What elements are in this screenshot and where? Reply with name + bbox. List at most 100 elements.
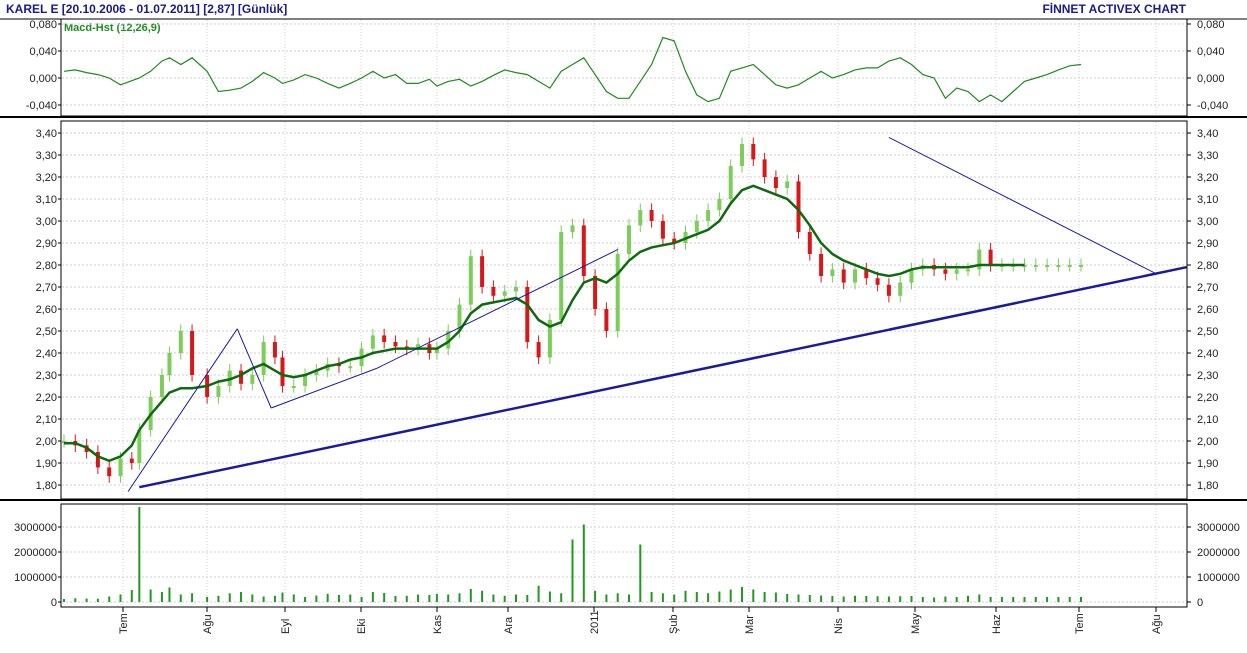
volume-bar: [661, 593, 664, 602]
price-candle: [604, 309, 609, 331]
volume-panel-frame: [60, 503, 1188, 608]
chart-svg: KAREL E [20.10.2006 - 01.07.2011] [2,87]…: [0, 0, 1247, 634]
price-tick-label-right: 1,90: [1197, 458, 1218, 470]
volume-bar: [228, 593, 231, 602]
price-candle: [107, 467, 112, 477]
volume-bar: [1057, 597, 1060, 602]
chart-root: KAREL E [20.10.2006 - 01.07.2011] [2,87]…: [0, 0, 1247, 653]
price-candle: [178, 331, 183, 353]
volume-bar: [273, 595, 276, 602]
price-candle: [129, 458, 134, 463]
month-label: Tem: [1074, 613, 1086, 634]
macd-tick-label-right: 0,000: [1197, 73, 1225, 85]
volume-bar: [1080, 597, 1082, 602]
volume-bar: [337, 595, 340, 602]
volume-bar: [1046, 597, 1049, 602]
volume-bar: [910, 596, 913, 602]
volume-bar: [967, 595, 969, 602]
price-candle: [559, 232, 564, 320]
month-label: Kas: [432, 615, 444, 634]
price-tick-label-right: 3,00: [1197, 216, 1218, 228]
volume-bar: [1034, 597, 1037, 602]
trendline: [236, 328, 272, 409]
macd-tick-label-left: 0,040: [29, 46, 57, 58]
grid-layer: [62, 20, 1186, 606]
price-candle: [909, 269, 914, 283]
price-tick-label-right: 2,40: [1197, 348, 1218, 360]
trendline: [888, 136, 1157, 275]
price-candle: [898, 282, 903, 296]
moving-average-line: [64, 184, 1025, 463]
volume-bar: [752, 589, 755, 602]
volume-bar: [469, 589, 472, 602]
price-tick-label-left: 2,90: [36, 238, 57, 250]
price-candle: [348, 366, 353, 369]
price-candle: [785, 181, 790, 188]
volume-bar: [684, 590, 687, 602]
volume-bar: [831, 596, 834, 602]
month-label: Haz: [991, 614, 1003, 634]
price-candle: [627, 225, 631, 254]
volume-bar: [921, 597, 924, 602]
volume-bar: [168, 587, 171, 602]
month-label: Eki: [356, 619, 368, 634]
price-candle: [943, 269, 948, 274]
month-label: Ağu: [1151, 614, 1163, 634]
volume-bar: [548, 591, 551, 602]
volume-bar: [371, 592, 374, 602]
price-tick-label-left: 1,80: [36, 480, 57, 492]
price-tick-label-left: 3,10: [36, 194, 57, 206]
price-tick-label-right: 2,60: [1197, 304, 1218, 316]
volume-bar: [887, 596, 890, 602]
volume-bar: [560, 593, 563, 602]
price-tick-label-right: 2,90: [1197, 238, 1218, 250]
volume-bar: [458, 593, 461, 602]
volume-bar: [650, 592, 653, 602]
price-candle: [118, 458, 123, 477]
price-candle: [706, 210, 711, 221]
volume-bar: [616, 593, 619, 602]
volume-bar: [774, 592, 777, 602]
price-candle: [853, 269, 857, 283]
volume-bar: [786, 594, 789, 602]
volume-bar: [718, 591, 721, 602]
price-candle: [1033, 265, 1038, 267]
price-tick-label-right: 3,20: [1197, 172, 1218, 184]
price-tick-label-left: 2,60: [36, 304, 57, 316]
volume-bar: [85, 598, 88, 602]
month-label: Şub: [668, 614, 680, 634]
price-candle: [1056, 265, 1061, 267]
price-candle: [954, 269, 959, 274]
macd-line: [63, 36, 1082, 103]
volume-tick-label-left: 2000000: [14, 547, 57, 559]
price-candle: [382, 335, 387, 342]
month-label: Ara: [503, 616, 515, 634]
price-candle: [1067, 265, 1072, 267]
price-tick-label-left: 2,80: [36, 260, 57, 272]
price-candle: [159, 375, 164, 397]
volume-bar: [763, 592, 766, 602]
month-label: 2011: [589, 610, 601, 634]
price-candle: [1045, 265, 1050, 267]
price-candle: [841, 269, 846, 283]
volume-bar: [876, 596, 879, 602]
axis-layer: 0,080 0,080 0,040 0,040 0,000 0,000 -0,040 -0,0…: [14, 19, 1240, 634]
price-candle: [291, 386, 296, 388]
price-candle: [966, 269, 970, 272]
volume-bar: [119, 594, 122, 602]
volume-bar: [394, 596, 397, 602]
volume-bar: [537, 585, 540, 602]
price-tick-label-right: 3,30: [1197, 150, 1218, 162]
volume-bar: [160, 592, 163, 602]
volume-bar: [820, 595, 823, 602]
volume-bar: [526, 595, 529, 602]
price-tick-label-left: 3,30: [36, 150, 57, 162]
volume-bar: [808, 595, 811, 602]
price-candle: [773, 177, 778, 188]
volume-bar: [217, 595, 220, 602]
price-candle: [638, 210, 643, 226]
macd-tick-label-right: -0,040: [1197, 100, 1228, 112]
volume-layer: [63, 507, 1082, 602]
price-tick-label-left: 2,50: [36, 326, 57, 338]
price-candle: [514, 287, 518, 292]
